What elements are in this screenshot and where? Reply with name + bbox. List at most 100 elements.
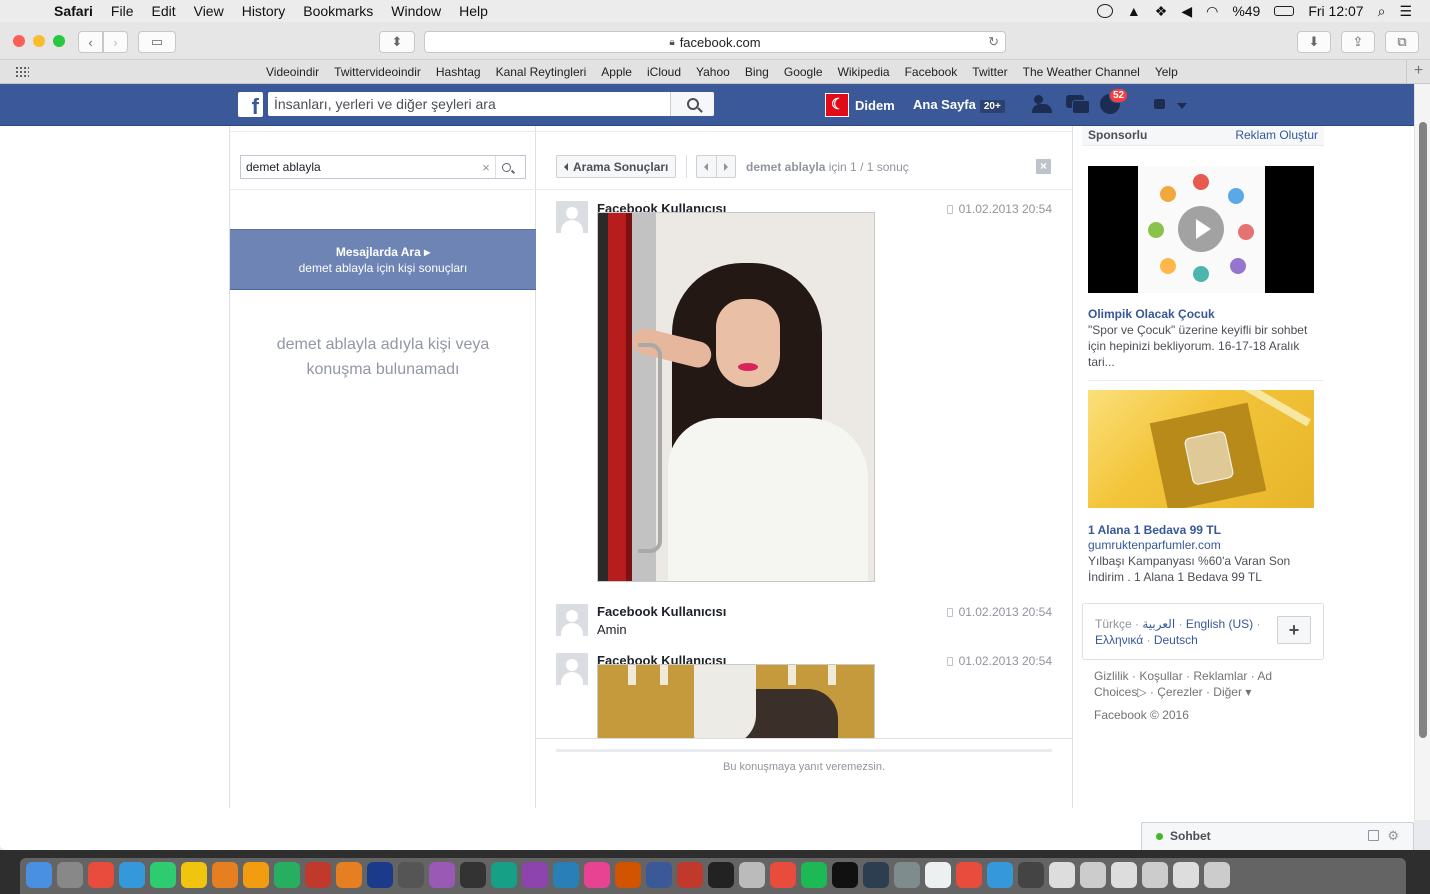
profile-link[interactable]: Didem	[825, 93, 895, 117]
dock-app-icon[interactable]	[1111, 862, 1137, 888]
messages-icon[interactable]	[1066, 95, 1090, 114]
dock-app-icon[interactable]	[894, 862, 920, 888]
language-link[interactable]: العربية	[1142, 617, 1175, 631]
share-button[interactable]: ⇪	[1341, 31, 1375, 53]
sender-avatar[interactable]	[556, 604, 588, 636]
chevron-down-icon[interactable]	[1177, 103, 1187, 109]
dropbox-status-icon[interactable]: ❖	[1155, 3, 1168, 20]
play-icon[interactable]	[1178, 206, 1224, 252]
close-search-icon[interactable]: ×	[1036, 159, 1051, 174]
search-in-messages-button[interactable]: Mesajlarda Ara ▸ demet ablayla için kişi…	[230, 229, 536, 290]
message-photo[interactable]	[597, 664, 875, 738]
dock-app-icon[interactable]	[305, 862, 331, 888]
language-link[interactable]: Ελληνικά	[1095, 633, 1143, 647]
sender-name[interactable]: Facebook Kullanıcısı	[597, 604, 726, 619]
favorite-item[interactable]: Yahoo	[696, 65, 730, 79]
dock-app-icon[interactable]	[646, 862, 672, 888]
footer-link[interactable]: Çerezler	[1157, 685, 1202, 699]
compose-icon[interactable]	[1368, 830, 1379, 841]
favorite-item[interactable]: Twitter	[972, 65, 1007, 79]
chat-bar[interactable]: Sohbet ⚙	[1141, 822, 1414, 850]
favorite-item[interactable]: Kanal Reytingleri	[496, 65, 587, 79]
favorite-item[interactable]: Google	[784, 65, 823, 79]
gear-icon[interactable]: ⚙	[1387, 828, 1399, 844]
ad-video-thumbnail[interactable]	[1088, 166, 1314, 293]
top-sites-grid-icon[interactable]	[15, 66, 29, 78]
language-link[interactable]: Deutsch	[1154, 633, 1198, 647]
message-photo[interactable]	[597, 212, 875, 582]
dock-app-icon[interactable]	[26, 862, 52, 888]
notification-center-icon[interactable]: ☰	[1399, 3, 1412, 20]
notifications-icon[interactable]: 52	[1100, 88, 1129, 114]
ad-image[interactable]	[1088, 390, 1314, 508]
spotlight-icon[interactable]: ⌕	[1378, 3, 1386, 20]
check-status-icon[interactable]	[1096, 4, 1113, 18]
favorite-item[interactable]: Facebook	[905, 65, 958, 79]
new-tab-plus-icon[interactable]: +	[1406, 60, 1430, 84]
dock-app-icon[interactable]	[119, 862, 145, 888]
dock-app-icon[interactable]	[336, 862, 362, 888]
dock-app-icon[interactable]	[677, 862, 703, 888]
dock-app-icon[interactable]	[925, 862, 951, 888]
dock-app-icon[interactable]	[708, 862, 734, 888]
page-scrollbar[interactable]	[1414, 84, 1430, 820]
dock-app-icon[interactable]	[181, 862, 207, 888]
dock-app-icon[interactable]	[460, 862, 486, 888]
menu-bookmarks[interactable]: Bookmarks	[303, 3, 373, 19]
favorite-item[interactable]: iCloud	[647, 65, 681, 79]
sender-avatar[interactable]	[556, 653, 588, 685]
reload-icon[interactable]: ↻	[988, 34, 999, 50]
previous-result-button[interactable]	[697, 156, 717, 177]
add-language-button[interactable]: +	[1277, 616, 1311, 644]
scrollbar-thumb[interactable]	[1419, 122, 1427, 738]
privacy-lock-icon[interactable]	[1154, 99, 1165, 109]
close-window-button[interactable]	[13, 35, 25, 47]
forward-button[interactable]: ›	[103, 31, 128, 53]
wifi-icon[interactable]: ◠	[1206, 3, 1218, 20]
menu-history[interactable]: History	[242, 3, 286, 19]
dock-app-icon[interactable]	[553, 862, 579, 888]
facebook-search-button[interactable]	[670, 92, 714, 116]
menu-help[interactable]: Help	[459, 3, 488, 19]
dock-app-icon[interactable]	[801, 862, 827, 888]
menu-window[interactable]: Window	[391, 3, 441, 19]
next-result-button[interactable]	[717, 156, 736, 177]
message-search-input[interactable]	[241, 160, 477, 174]
language-link[interactable]: English (US)	[1186, 617, 1253, 631]
back-button[interactable]: ‹	[78, 31, 103, 53]
facebook-search-input[interactable]	[268, 96, 671, 112]
menu-app-safari[interactable]: Safari	[54, 3, 93, 19]
favorite-item[interactable]: Wikipedia	[838, 65, 890, 79]
minimize-window-button[interactable]	[33, 35, 45, 47]
dock-app-icon[interactable]	[832, 862, 858, 888]
favorite-item[interactable]: Yelp	[1155, 65, 1178, 79]
message-search-button[interactable]	[495, 156, 517, 178]
facebook-logo-icon[interactable]: f	[238, 92, 263, 117]
favorite-item[interactable]: Twittervideoindir	[334, 65, 421, 79]
footer-link[interactable]: Koşullar	[1139, 669, 1182, 683]
zoom-window-button[interactable]	[53, 35, 65, 47]
address-bar[interactable]: 🔒︎ facebook.com ↻	[424, 31, 1006, 53]
ad-choices-icon[interactable]: ▷	[1137, 685, 1146, 699]
dock-app-icon[interactable]	[243, 862, 269, 888]
dock-app-icon[interactable]	[398, 862, 424, 888]
sender-avatar[interactable]	[556, 201, 588, 233]
dock-app-icon[interactable]	[1018, 862, 1044, 888]
dock-app-icon[interactable]	[956, 862, 982, 888]
favorite-item[interactable]: Apple	[601, 65, 632, 79]
dock-app-icon[interactable]	[863, 862, 889, 888]
footer-link[interactable]: Gizlilik	[1094, 669, 1129, 683]
dock-app-icon[interactable]	[1173, 862, 1199, 888]
back-to-search-results-button[interactable]: Arama Sonuçları	[556, 155, 677, 178]
dock-app-icon[interactable]	[212, 862, 238, 888]
dock-app-icon[interactable]	[584, 862, 610, 888]
favorite-item[interactable]: Bing	[745, 65, 769, 79]
favorite-item[interactable]: Hashtag	[436, 65, 481, 79]
dock-app-icon[interactable]	[987, 862, 1013, 888]
menu-file[interactable]: File	[111, 3, 134, 19]
dock-app-icon[interactable]	[57, 862, 83, 888]
footer-link[interactable]: Reklamlar	[1193, 669, 1247, 683]
tabs-overview-button[interactable]: ⧉	[1385, 31, 1419, 53]
favorite-item[interactable]: Videoindir	[266, 65, 319, 79]
dock-app-icon[interactable]	[1142, 862, 1168, 888]
